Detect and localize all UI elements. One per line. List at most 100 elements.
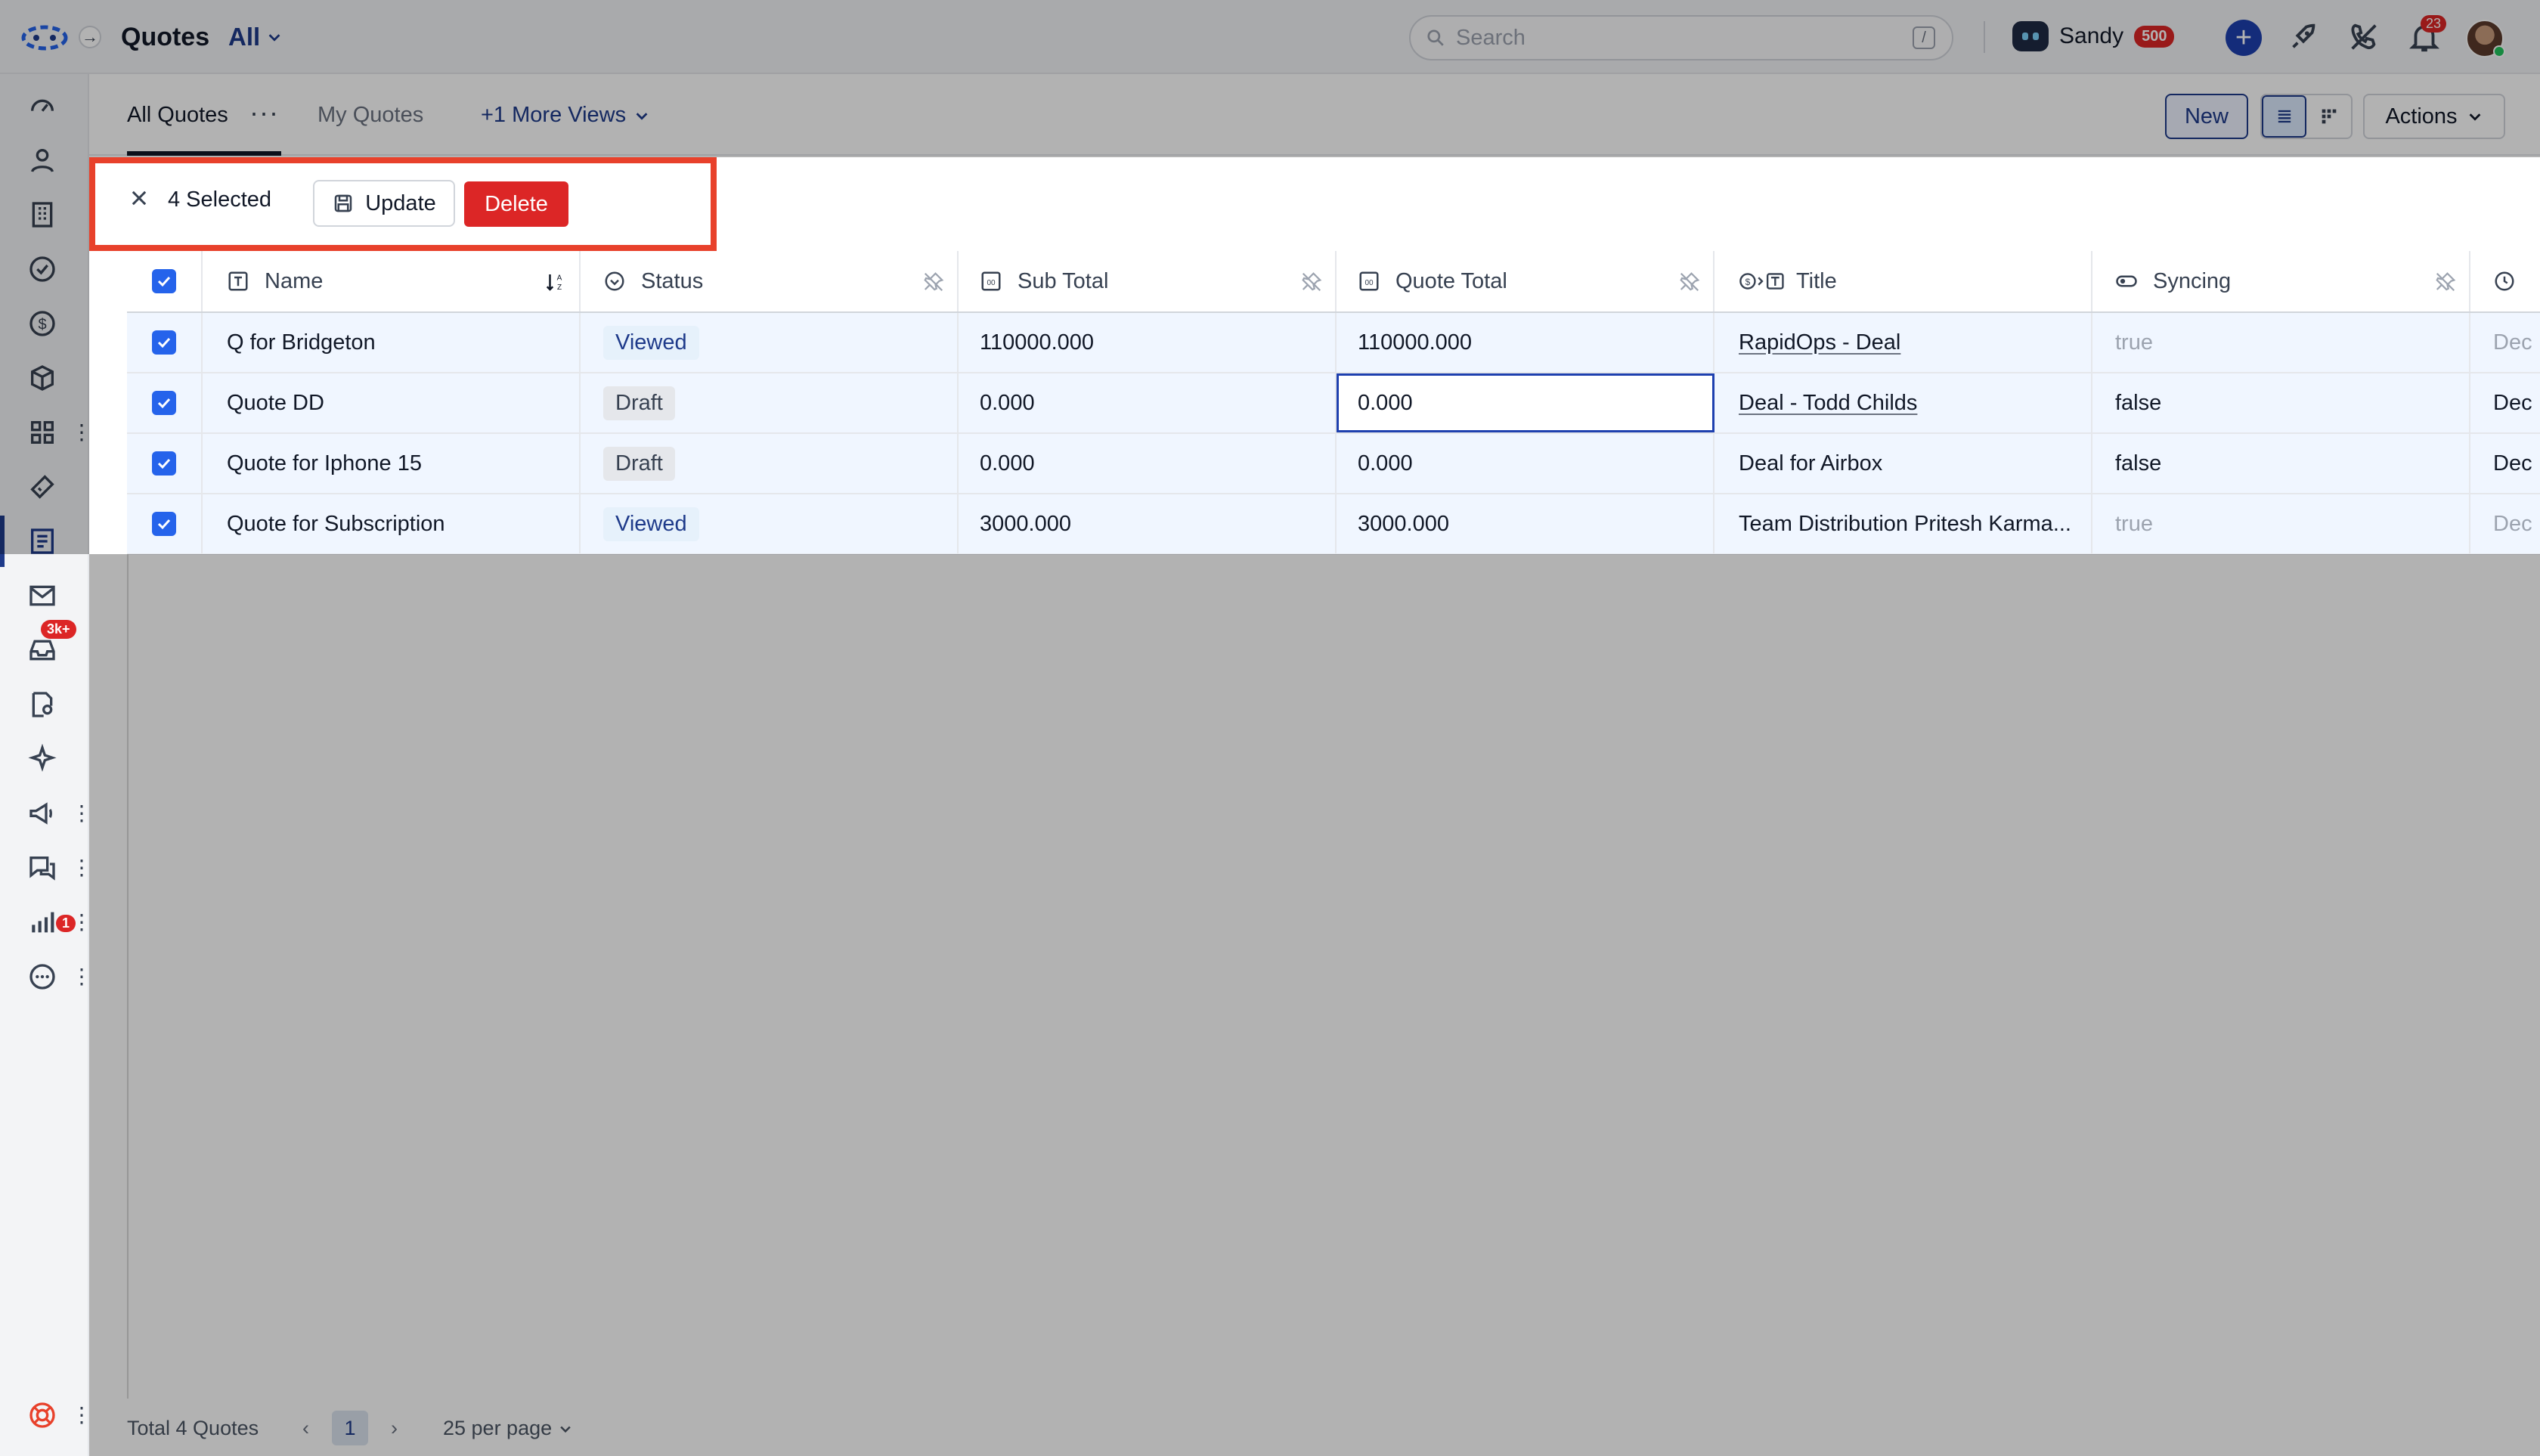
campaigns-more-menu[interactable]: ⋮	[71, 800, 92, 827]
deals-icon[interactable]: $	[27, 308, 57, 339]
deal-link[interactable]: Deal - Todd Childs	[1739, 391, 1917, 416]
row-checkbox[interactable]	[127, 434, 203, 493]
quote-total-cell[interactable]: 110000.000	[1337, 313, 1714, 372]
tab-options-menu[interactable]: ···	[249, 97, 279, 129]
unpin-icon[interactable]	[1300, 271, 1323, 293]
dashboard-icon[interactable]	[27, 91, 57, 121]
sub-total-cell[interactable]: 110000.000	[959, 313, 1337, 372]
campaigns-icon[interactable]	[27, 798, 57, 829]
title-cell[interactable]: Team Distribution Pritesh Karma...	[1714, 494, 2092, 553]
reports-more-menu[interactable]: ⋮	[71, 909, 92, 936]
help-more-menu[interactable]: ⋮	[71, 1402, 92, 1429]
quote-name[interactable]: Q for Bridgeton	[203, 313, 581, 372]
global-search[interactable]: /	[1409, 15, 1953, 60]
tasks-icon[interactable]	[27, 254, 57, 284]
quote-name[interactable]: Quote for Iphone 15	[203, 434, 581, 493]
tab-my-quotes[interactable]: My Quotes	[318, 103, 423, 128]
date-cell[interactable]: Dec	[2470, 373, 2540, 432]
bulk-delete-button[interactable]: Delete	[464, 181, 568, 227]
previous-page-icon[interactable]: ‹	[302, 1417, 309, 1440]
clear-selection-close-icon[interactable]	[129, 187, 150, 209]
column-header-status[interactable]: Status	[581, 251, 959, 311]
more-views-dropdown[interactable]: +1 More Views	[481, 103, 650, 128]
table-row[interactable]: Quote for Iphone 15 Draft 0.000 0.000 De…	[127, 434, 2540, 494]
help-lifebuoy-icon[interactable]	[27, 1400, 57, 1430]
more-options-icon[interactable]	[27, 962, 57, 992]
syncing-cell[interactable]: false	[2092, 434, 2470, 493]
quotes-icon[interactable]	[0, 516, 57, 567]
deal-link[interactable]: Deal for Airbox	[1739, 451, 1882, 476]
quote-total-cell[interactable]: 3000.000	[1337, 494, 1714, 553]
inbox-icon[interactable]	[27, 635, 57, 665]
column-header-syncing[interactable]: Syncing	[2092, 251, 2470, 311]
sub-total-cell[interactable]: 0.000	[959, 373, 1337, 432]
per-page-select[interactable]: 25 per page	[443, 1417, 573, 1440]
syncing-cell[interactable]: true	[2092, 313, 2470, 372]
tab-all-quotes[interactable]: All Quotes	[127, 103, 228, 128]
syncing-cell[interactable]: false	[2092, 373, 2470, 432]
ticket-icon[interactable]	[27, 472, 57, 502]
quote-total-cell-focused[interactable]: 0.000	[1337, 373, 1714, 432]
chat-more-menu[interactable]: ⋮	[71, 854, 92, 881]
sub-total-cell[interactable]: 3000.000	[959, 494, 1337, 553]
user-menu[interactable]: Sandy 500	[2012, 21, 2175, 51]
sparkle-icon[interactable]	[27, 744, 57, 774]
contacts-icon[interactable]	[27, 145, 57, 175]
date-cell[interactable]: Dec	[2470, 494, 2540, 553]
documents-icon[interactable]	[27, 689, 57, 720]
status-cell[interactable]: Viewed	[581, 313, 959, 372]
search-input[interactable]	[1456, 25, 1879, 51]
kanban-view-button[interactable]	[2306, 95, 2351, 138]
column-header-quote-total[interactable]: 00 Quote Total	[1337, 251, 1714, 311]
unpin-icon[interactable]	[922, 271, 945, 293]
email-icon[interactable]	[27, 581, 57, 611]
select-all-checkbox[interactable]	[127, 251, 203, 311]
view-selector[interactable]: All	[228, 23, 283, 51]
title-cell[interactable]: Deal for Airbox	[1714, 434, 2092, 493]
next-page-icon[interactable]: ›	[391, 1417, 398, 1440]
expand-sidebar-button[interactable]: →	[79, 26, 101, 48]
syncing-cell[interactable]: true	[2092, 494, 2470, 553]
app-logo-icon[interactable]	[20, 23, 70, 53]
accounts-icon[interactable]	[27, 200, 57, 230]
title-cell[interactable]: RapidOps - Deal	[1714, 313, 2092, 372]
apps-more-menu[interactable]: ⋮	[71, 419, 92, 446]
new-quote-button[interactable]: New	[2165, 94, 2248, 139]
current-page[interactable]: 1	[332, 1411, 368, 1445]
quick-add-button[interactable]: +	[2226, 20, 2262, 56]
column-header-sub-total[interactable]: 00 Sub Total	[959, 251, 1337, 311]
title-cell[interactable]: Deal - Todd Childs	[1714, 373, 2092, 432]
quote-name[interactable]: Quote DD	[203, 373, 581, 432]
status-cell[interactable]: Draft	[581, 434, 959, 493]
quote-total-cell[interactable]: 0.000	[1337, 434, 1714, 493]
deal-link[interactable]: RapidOps - Deal	[1739, 330, 1900, 355]
row-checkbox[interactable]	[127, 494, 203, 553]
products-icon[interactable]	[27, 363, 57, 393]
table-row[interactable]: Quote DD Draft 0.000 0.000 Deal - Todd C…	[127, 373, 2540, 434]
status-cell[interactable]: Viewed	[581, 494, 959, 553]
bulk-update-button[interactable]: Update	[313, 180, 455, 227]
list-view-button[interactable]	[2262, 95, 2307, 138]
sort-az-icon[interactable]: AZ	[544, 271, 567, 293]
date-cell[interactable]: Dec	[2470, 313, 2540, 372]
table-row[interactable]: Q for Bridgeton Viewed 110000.000 110000…	[127, 313, 2540, 373]
row-checkbox[interactable]	[127, 313, 203, 372]
column-header-title[interactable]: $ Title	[1714, 251, 2092, 311]
rocket-icon[interactable]	[2286, 20, 2321, 54]
actions-dropdown[interactable]: Actions	[2363, 94, 2505, 139]
deal-link[interactable]: Team Distribution Pritesh Karma...	[1739, 512, 2071, 537]
row-checkbox[interactable]	[127, 373, 203, 432]
apps-icon[interactable]	[27, 417, 57, 448]
column-header-name[interactable]: Name AZ	[203, 251, 581, 311]
more-options-menu[interactable]: ⋮	[71, 963, 92, 990]
reports-icon[interactable]	[27, 907, 57, 937]
status-cell[interactable]: Draft	[581, 373, 959, 432]
phone-off-icon[interactable]	[2346, 20, 2381, 54]
quote-name[interactable]: Quote for Subscription	[203, 494, 581, 553]
date-cell[interactable]: Dec	[2470, 434, 2540, 493]
table-row[interactable]: Quote for Subscription Viewed 3000.000 3…	[127, 494, 2540, 555]
sub-total-cell[interactable]: 0.000	[959, 434, 1337, 493]
column-header-date[interactable]	[2470, 251, 2540, 311]
chat-icon[interactable]	[27, 853, 57, 883]
unpin-icon[interactable]	[1678, 271, 1701, 293]
